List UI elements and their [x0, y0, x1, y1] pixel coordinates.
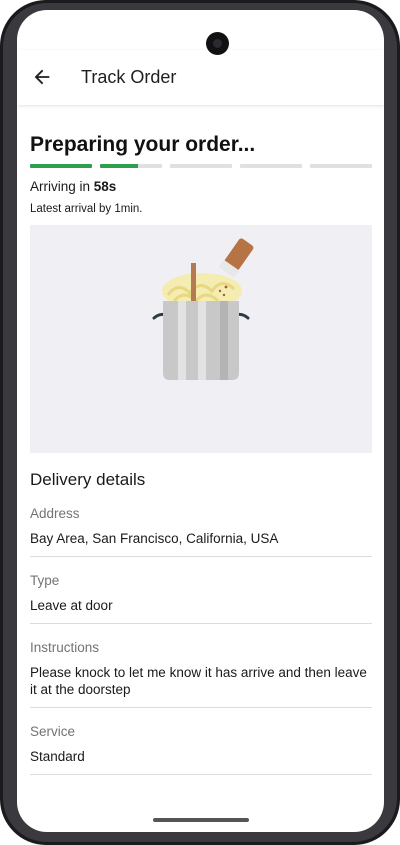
progress-segment: [30, 164, 92, 168]
detail-label: Service: [30, 724, 76, 739]
arrival-estimate: Arriving in 58s: [30, 179, 117, 194]
detail-label: Address: [30, 506, 80, 521]
app-bar: Track Order: [17, 50, 384, 105]
detail-address: Address Bay Area, San Francisco, Califor…: [30, 506, 372, 557]
delivery-details-title: Delivery details: [30, 470, 146, 489]
arrow-left-icon[interactable]: [31, 66, 53, 88]
screen: Track Order Preparing your order... Arri…: [17, 10, 384, 832]
progress-segment: [170, 164, 232, 168]
order-status-title: Preparing your order...: [30, 133, 256, 156]
progress-segment: [100, 164, 162, 168]
detail-value: Leave at door: [30, 598, 113, 613]
latest-arrival: Latest arrival by 1min.: [30, 203, 143, 215]
detail-instructions: Instructions Please knock to let me know…: [30, 640, 372, 708]
detail-service: Service Standard: [30, 724, 372, 775]
home-indicator[interactable]: [153, 818, 249, 822]
page-title: Track Order: [81, 67, 177, 87]
detail-label: Type: [30, 573, 60, 588]
cooking-illustration: [30, 225, 372, 453]
detail-label: Instructions: [30, 640, 100, 655]
arrival-time: 58s: [93, 179, 117, 194]
progress-segment: [310, 164, 372, 168]
detail-value: Please knock to let me know it has arriv…: [30, 665, 367, 697]
detail-value: Standard: [30, 749, 85, 764]
front-camera: [206, 32, 229, 55]
order-progress-bar: [30, 164, 372, 168]
cooking-pot-icon: [152, 238, 254, 380]
detail-value: Bay Area, San Francisco, California, USA: [30, 531, 279, 546]
order-content: Preparing your order... Arriving in 58s …: [30, 132, 372, 775]
phone-frame: Track Order Preparing your order... Arri…: [0, 0, 400, 845]
detail-type: Type Leave at door: [30, 573, 372, 624]
progress-segment: [240, 164, 302, 168]
